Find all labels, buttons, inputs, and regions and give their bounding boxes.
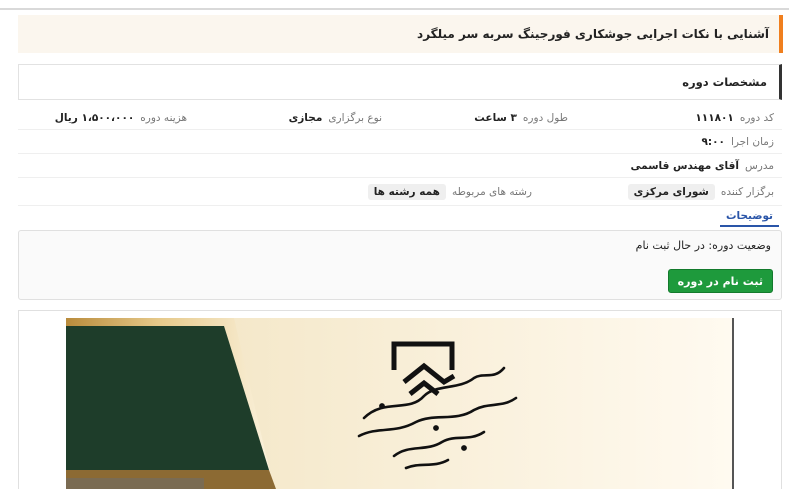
organizer-label: برگزار کننده bbox=[720, 185, 774, 198]
time-label: زمان اجرا bbox=[730, 135, 774, 148]
status-panel: وضعیت دوره: در حال ثبت نام ثبت نام در دو… bbox=[18, 230, 782, 300]
type-label: نوع برگزاری bbox=[328, 111, 382, 124]
instructor-label: مدرس bbox=[744, 159, 774, 172]
field-duration: طول دوره ۳ ساعت bbox=[474, 106, 568, 129]
field-instructor: مدرس آقای مهندس قاسمی bbox=[631, 154, 774, 177]
banner-svg bbox=[66, 318, 732, 489]
code-value: ۱۱۱۸۰۱ bbox=[695, 111, 734, 124]
register-button-label: ثبت نام در دوره bbox=[677, 274, 763, 288]
course-title-text: آشنایی با نکات اجرایی جوشکاری فورجینگ سر… bbox=[417, 27, 769, 41]
specs-header: مشخصات دوره bbox=[18, 64, 782, 100]
organizer-chip: شورای مرکزی bbox=[627, 183, 715, 200]
field-organizer: برگزار کننده شورای مرکزی bbox=[627, 178, 774, 205]
field-type: نوع برگزاری مجازی bbox=[289, 106, 382, 129]
duration-label: طول دوره bbox=[522, 111, 568, 124]
details-row-instructor: مدرس آقای مهندس قاسمی bbox=[18, 154, 782, 178]
cost-value: ۱،۵۰۰،۰۰۰ ریال bbox=[54, 111, 135, 124]
specs-header-text: مشخصات دوره bbox=[682, 75, 767, 89]
tab-description-label: توضیحات bbox=[725, 210, 773, 222]
top-divider bbox=[0, 8, 789, 10]
duration-value: ۳ ساعت bbox=[474, 111, 517, 124]
field-code: کد دوره ۱۱۱۸۰۱ bbox=[695, 106, 774, 129]
details-row-time: زمان اجرا ۹:۰۰ bbox=[18, 130, 782, 154]
course-title: آشنایی با نکات اجرایی جوشکاری فورجینگ سر… bbox=[18, 15, 783, 53]
related-chip: همه رشته ها bbox=[367, 183, 446, 200]
tab-description[interactable]: توضیحات bbox=[719, 207, 779, 227]
field-related: رشته های مربوطه همه رشته ها bbox=[367, 178, 532, 205]
details-row-code: کد دوره ۱۱۱۸۰۱ طول دوره ۳ ساعت نوع برگزا… bbox=[18, 106, 782, 130]
code-label: کد دوره bbox=[739, 111, 774, 124]
field-cost: هزینه دوره ۱،۵۰۰،۰۰۰ ریال bbox=[55, 106, 187, 129]
cost-label: هزینه دوره bbox=[140, 111, 187, 124]
field-time: زمان اجرا ۹:۰۰ bbox=[702, 130, 775, 153]
course-details: کد دوره ۱۱۱۸۰۱ طول دوره ۳ ساعت نوع برگزا… bbox=[18, 106, 782, 206]
instructor-value: آقای مهندس قاسمی bbox=[630, 159, 739, 172]
time-value: ۹:۰۰ bbox=[701, 135, 725, 148]
details-row-organizer: برگزار کننده شورای مرکزی رشته های مربوطه… bbox=[18, 178, 782, 206]
course-banner-image bbox=[66, 318, 734, 489]
type-value: مجازی bbox=[288, 111, 323, 124]
status-text: وضعیت دوره: در حال ثبت نام bbox=[635, 239, 771, 252]
related-label: رشته های مربوطه bbox=[451, 185, 532, 198]
register-button[interactable]: ثبت نام در دوره bbox=[667, 269, 773, 293]
